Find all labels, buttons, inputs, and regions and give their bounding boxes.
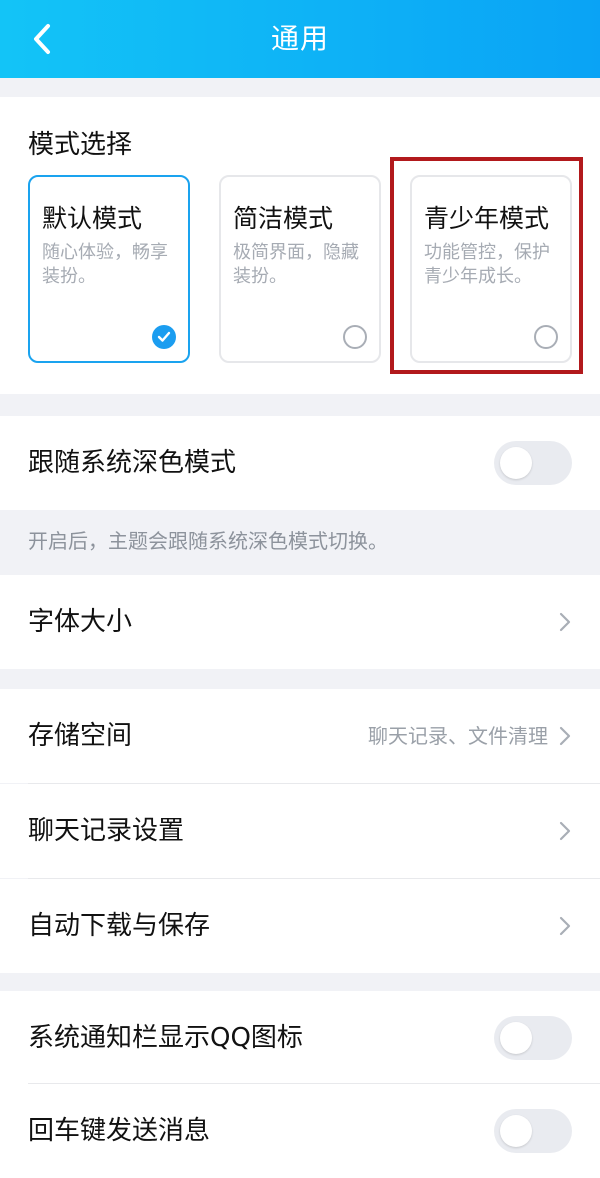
storage-row[interactable]: 存储空间 聊天记录、文件清理 (0, 689, 600, 783)
dark-mode-toggle[interactable] (494, 441, 572, 485)
mode-description: 极简界面，隐藏装扮。 (233, 242, 359, 287)
dark-mode-row: 跟随系统深色模式 (0, 416, 600, 510)
dark-mode-hint: 开启后，主题会跟随系统深色模式切换。 (28, 529, 388, 553)
mode-name: 简洁模式 (233, 204, 334, 233)
mode-selection-title: 模式选择 (28, 130, 133, 160)
mode-name: 默认模式 (42, 204, 143, 233)
auto-download-label: 自动下载与保存 (28, 911, 211, 941)
enter-send-toggle[interactable] (494, 1109, 572, 1153)
chevron-right-icon (559, 916, 571, 936)
highlight-annotation-box (390, 157, 583, 374)
storage-label: 存储空间 (28, 721, 133, 751)
font-size-row[interactable]: 字体大小 (0, 575, 600, 669)
toggle-knob (500, 1115, 532, 1147)
font-size-label: 字体大小 (28, 607, 133, 637)
chevron-right-icon (559, 612, 571, 632)
chevron-right-icon (559, 821, 571, 841)
enter-send-row: 回车键发送消息 (0, 1084, 600, 1178)
dark-mode-label: 跟随系统深色模式 (28, 448, 237, 478)
enter-send-label: 回车键发送消息 (28, 1116, 211, 1146)
check-icon (152, 325, 176, 349)
mode-description: 随心体验，畅享装扮。 (42, 242, 168, 287)
title-bar: 通用 (0, 0, 600, 78)
toggle-knob (500, 1022, 532, 1054)
auto-download-row[interactable]: 自动下载与保存 (0, 879, 600, 973)
chevron-right-icon (559, 726, 571, 746)
chat-history-label: 聊天记录设置 (28, 816, 185, 846)
notification-icon-label: 系统通知栏显示QQ图标 (28, 1023, 303, 1053)
notification-icon-toggle[interactable] (494, 1016, 572, 1060)
mode-card-simple[interactable]: 简洁模式 极简界面，隐藏装扮。 (219, 175, 381, 363)
toggle-knob (500, 447, 532, 479)
chat-history-row[interactable]: 聊天记录设置 (0, 784, 600, 878)
storage-value: 聊天记录、文件清理 (368, 724, 548, 748)
mode-card-default[interactable]: 默认模式 随心体验，畅享装扮。 (28, 175, 190, 363)
radio-unchecked-icon (343, 325, 367, 349)
page-title: 通用 (270, 22, 329, 55)
notification-icon-row: 系统通知栏显示QQ图标 (0, 991, 600, 1085)
